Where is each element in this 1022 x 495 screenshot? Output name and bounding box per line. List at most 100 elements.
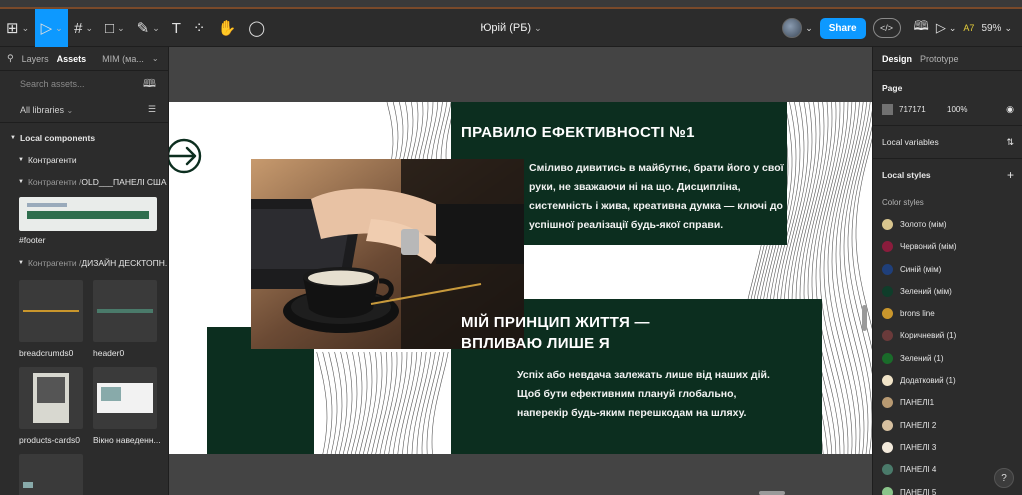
frame-icon: # [74, 19, 83, 37]
component-label: Вікно наведенн... [93, 435, 161, 445]
color-style-item[interactable]: Золото (мім) [873, 213, 1022, 235]
wave-line [334, 351, 343, 454]
shape-tool-button[interactable]: □ ⌄ [99, 9, 131, 47]
toolbar-right: ⌄ Share </> 🕮 ▷ ⌄ A7 59% ⌄ [782, 9, 1022, 47]
page-opacity-value[interactable]: 100% [947, 105, 1006, 114]
text-tool-button[interactable]: T [166, 9, 187, 47]
wave-line [402, 102, 409, 163]
page-color-value[interactable]: 717171 [899, 105, 947, 114]
assets-search[interactable]: Search assets... 🕮 [0, 71, 168, 97]
local-variables-label: Local variables [882, 137, 939, 147]
page-fill-row[interactable]: 717171 100% ◉ [873, 99, 1022, 119]
color-style-item[interactable]: ПАНЕЛІ 3 [873, 436, 1022, 458]
zoom-level[interactable]: 59% [981, 23, 1001, 34]
group-prefix: Контрагенти / [27, 177, 82, 187]
chevron-down-icon[interactable]: ⌄ [805, 23, 813, 34]
color-style-item[interactable]: brons line [873, 302, 1022, 324]
tab-prototype[interactable]: Prototype [920, 54, 959, 64]
tab-design[interactable]: Design [882, 54, 912, 64]
collaborator-badge[interactable]: A7 [963, 23, 974, 33]
header-thumb[interactable] [93, 280, 157, 342]
chevron-down-icon[interactable]: ⌄ [152, 54, 159, 63]
page-color-swatch[interactable] [882, 103, 893, 115]
thumb-preview [23, 482, 33, 488]
window-top-strip [0, 0, 1022, 9]
color-styles-list: Золото (мім) Червоний (мім) Синій (мім) Зел… [873, 213, 1022, 495]
color-style-item[interactable]: Червоний (мім) [873, 236, 1022, 258]
right-panel: Design Prototype Page 717171 100% ◉ Loca… [872, 47, 1022, 495]
pen-tool-button[interactable]: ✎ ⌄ [131, 9, 166, 47]
color-style-item[interactable]: Коричневий (1) [873, 325, 1022, 347]
toolbar: ⊞ ⌄ ▷ ⌄ # ⌄ □ ⌄ ✎ ⌄ T ⁘ ✋ ◯ Юрій (РБ) ⌄ ⌄ Sha… [0, 9, 1022, 47]
frame-tool-button[interactable]: # ⌄ [68, 9, 99, 47]
move-tool-button[interactable]: ▷ ⌄ [35, 9, 69, 47]
color-style-item[interactable]: ПАНЕЛІ1 [873, 392, 1022, 414]
avatar[interactable] [782, 18, 803, 38]
color-swatch [882, 352, 893, 364]
color-swatch [882, 308, 893, 320]
wave-line [414, 102, 424, 163]
color-style-item[interactable]: Додатковий (1) [873, 369, 1022, 391]
library-icon[interactable]: 🕮 [914, 17, 929, 39]
group-kontrahenty[interactable]: ▼ Контрагенти [0, 149, 168, 171]
group-old-paneli[interactable]: ▼ Контрагенти / OLD___ПАНЕЛІ США ... [0, 171, 168, 193]
color-style-item[interactable]: Зелений (мім) [873, 280, 1022, 302]
design-frame[interactable]: ПРАВИЛО ЕФЕКТИВНОСТІ №1 Сміливо дивитись… [169, 102, 872, 454]
color-style-label: ПАНЕЛІ1 [900, 398, 935, 408]
dev-mode-toggle[interactable]: </> [872, 18, 901, 38]
products-cards-thumb[interactable] [19, 367, 83, 429]
canvas[interactable]: ПРАВИЛО ЕФЕКТИВНОСТІ №1 Сміливо дивитись… [169, 47, 872, 495]
wave-group-top [386, 102, 456, 163]
resources-tool-button[interactable]: ⁘ [187, 9, 212, 47]
group-label: ДИЗАЙН ДЕСКТОПН... [81, 258, 169, 268]
chevron-down-icon[interactable]: ⌄ [1004, 23, 1012, 34]
color-style-label: Додатковий (1) [900, 376, 956, 386]
group-prefix: Контрагенти / [27, 258, 82, 268]
color-style-item[interactable]: Синій (мім) [873, 258, 1022, 280]
popup-window-thumb[interactable] [93, 367, 157, 429]
present-icon[interactable]: ▷ [936, 20, 946, 36]
tab-layers[interactable]: Layers [22, 54, 49, 64]
tab-library[interactable]: MIM (ма... [102, 54, 144, 64]
thumb-preview [37, 377, 65, 403]
tab-assets[interactable]: Assets [57, 54, 87, 64]
breadcrumbs-thumb[interactable] [19, 280, 83, 342]
group-label: OLD___ПАНЕЛІ США ... [81, 177, 168, 187]
eye-icon[interactable]: ◉ [1006, 104, 1014, 115]
group-dyzain-desktop[interactable]: ▼ Контрагенти / ДИЗАЙН ДЕСКТОПН... [0, 252, 169, 274]
color-swatch [882, 464, 893, 476]
tool-group: ⊞ ⌄ ▷ ⌄ # ⌄ □ ⌄ ✎ ⌄ T ⁘ ✋ ◯ [0, 9, 271, 47]
left-panel: ⚲ Layers Assets MIM (ма... ⌄ Search asse… [0, 47, 169, 495]
search-input[interactable]: Search assets... [20, 79, 85, 89]
book-icon[interactable]: 🕮 [143, 75, 156, 94]
text-icon: T [171, 19, 181, 37]
color-style-item[interactable]: Зелений (1) [873, 347, 1022, 369]
vertical-scrollbar[interactable] [862, 305, 867, 331]
color-style-item[interactable]: ПАНЕЛІ 2 [873, 414, 1022, 436]
chevron-down-icon[interactable]: ⌄ [949, 23, 957, 34]
add-style-button[interactable]: + [1007, 168, 1014, 182]
file-title[interactable]: Юрій (РБ) ⌄ [480, 22, 541, 34]
wave-line [379, 351, 398, 454]
color-style-label: Зелений (1) [900, 353, 944, 363]
horizontal-scrollbar[interactable] [759, 491, 785, 495]
color-swatch [882, 419, 893, 431]
wave-line [322, 351, 333, 454]
component-label: breadcrumds0 [19, 348, 74, 358]
arrow-right-circle-icon [169, 138, 202, 174]
component-thumb[interactable] [19, 454, 83, 495]
search-icon[interactable]: ⚲ [7, 53, 14, 64]
variables-icon[interactable]: ⇅ [1006, 137, 1014, 148]
list-view-icon[interactable]: ☰ [148, 104, 156, 115]
footer-component-thumb[interactable] [19, 197, 157, 231]
hand-tool-button[interactable]: ✋ [212, 9, 243, 47]
help-button[interactable]: ? [994, 468, 1014, 488]
comment-tool-button[interactable]: ◯ [242, 9, 271, 47]
wave-line [398, 102, 404, 163]
local-components-header[interactable]: ▼ Local components [0, 127, 168, 149]
local-variables-row[interactable]: Local variables ⇅ [873, 126, 1022, 158]
wave-line [402, 351, 422, 454]
share-button[interactable]: Share [819, 17, 866, 39]
main-menu-button[interactable]: ⊞ ⌄ [0, 9, 35, 47]
libraries-select[interactable]: All libraries ⌄ ☰ [0, 97, 168, 123]
